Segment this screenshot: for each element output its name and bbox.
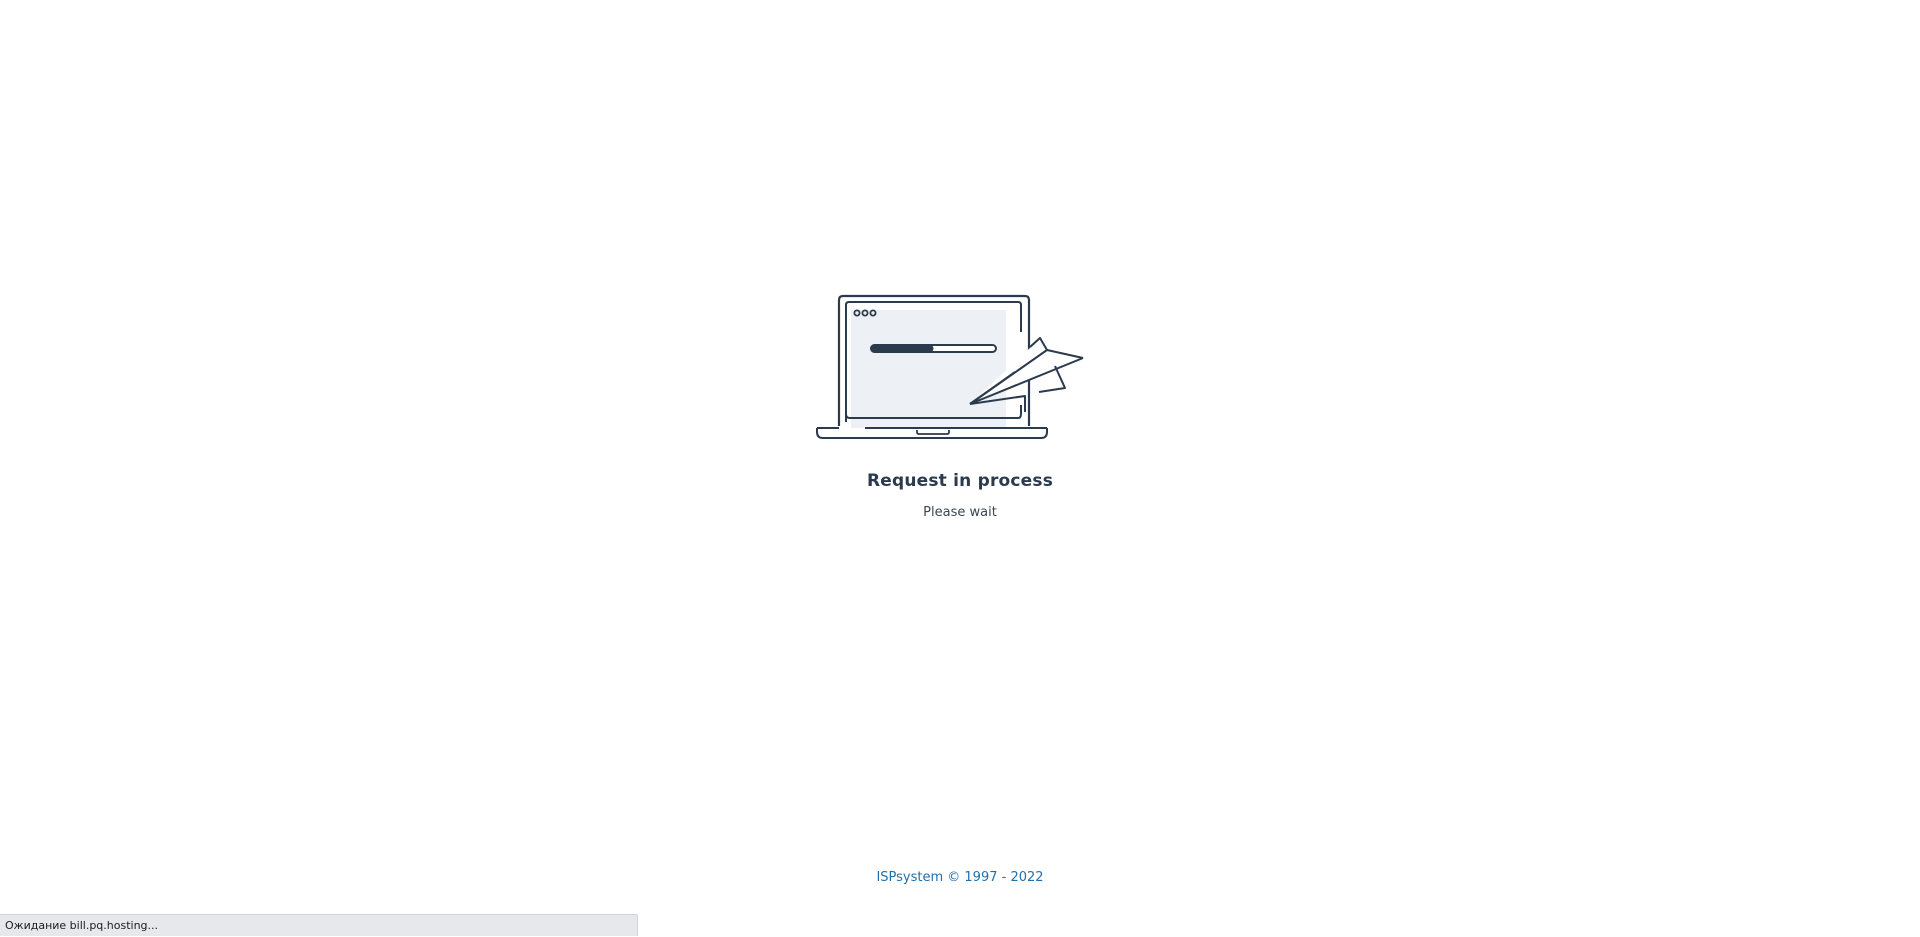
- laptop-paper-plane-icon: [816, 294, 1084, 439]
- loading-panel: Request in process Please wait: [0, 292, 1920, 520]
- laptop-base: [816, 428, 1048, 439]
- browser-status-bar: Ожидание bill.pq.hosting...: [0, 914, 638, 936]
- screen-fill: [851, 310, 1006, 428]
- page-title: Request in process: [866, 471, 1054, 491]
- footer: ISPsystem © 1997 - 2022: [0, 870, 1920, 885]
- laptop-notch: [916, 430, 950, 435]
- ispsystem-link[interactable]: ISPsystem: [876, 870, 943, 885]
- page-subtitle: Please wait: [923, 505, 997, 520]
- progress-fill: [871, 345, 934, 352]
- footer-copyright: © 1997 - 2022: [947, 870, 1044, 885]
- status-bar-text: Ожидание bill.pq.hosting...: [5, 919, 159, 932]
- loading-page: Request in process Please wait ISPsystem…: [0, 0, 1920, 937]
